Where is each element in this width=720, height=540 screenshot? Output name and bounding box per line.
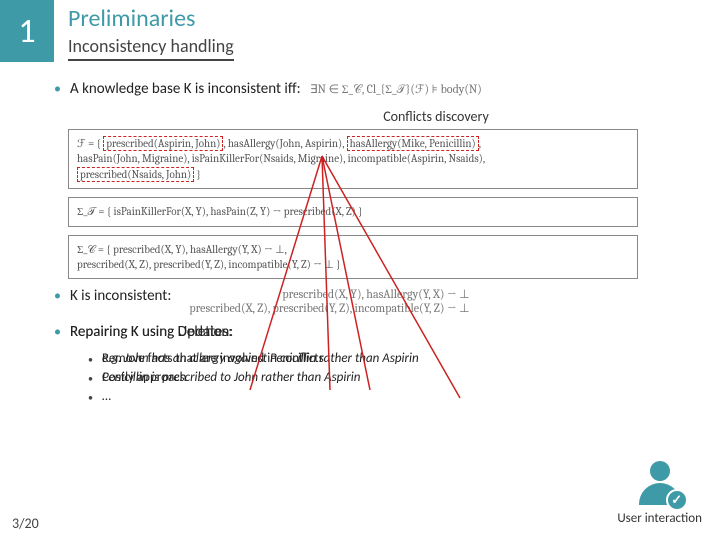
box-facts: ℱ = { prescribed(Aspirin, John), hasAlle… [68, 129, 638, 189]
checkmark-icon: ✓ [666, 489, 688, 511]
slide-header: 1 Preliminaries Inconsistency handling [0, 0, 720, 62]
sub2-a: Costly approach [102, 370, 187, 385]
sub-bullet-1: e.g. John has an allergy against Penicil… [88, 351, 678, 366]
highlight-allergy-mike-penicillin: hasAllergy(Mike, Penicillin) [347, 136, 479, 151]
formula-iff: ∃N ∈ Σ_𝒞, Cl_{Σ_𝒯}(ℱ) ⊧ body(N) [310, 82, 482, 96]
slide-content: A knowledge base K is inconsistent iff: … [0, 62, 720, 404]
formula-line1: prescribed(X, Y), hasAllergy(Y, X) → ⊥ [189, 287, 469, 301]
sub2-overlap: Penicillin is prescribed to John rather … [102, 370, 360, 385]
highlight-prescribed-nsaids-john: prescribed(Nsaids, John) [77, 167, 194, 182]
box-sigma-c: Σ_𝒞 = { prescribed(X, Y), hasAllergy(Y, … [68, 235, 638, 280]
sub3-text: … [102, 389, 111, 404]
sigma-t-line: Σ_𝒯 = { isPainKillerFor(X, Y), hasPain(Z… [77, 204, 629, 219]
page-subtitle: Inconsistency handling [68, 35, 234, 61]
bullet-text: A knowledge base K is inconsistent iff: [70, 80, 301, 98]
title-block: Preliminaries Inconsistency handling [54, 0, 248, 62]
page-counter: 3/20 [12, 515, 39, 532]
repair-label-updates: Repairing K using Updates: [70, 323, 232, 341]
facts-line2: hasPain(John, Migraine), isPainKillerFor… [77, 151, 629, 166]
sub1-overlap: e.g. John has an allergy against Penicil… [102, 351, 419, 366]
user-check-icon: ✓ [636, 461, 684, 509]
slide-number-badge: 1 [0, 0, 54, 62]
repair-label-overlap: Repairing K using Deletion: Repairing K … [70, 323, 233, 341]
conflicts-discovery-label: Conflicts discovery [194, 108, 678, 125]
bullet-inconsistent-iff: A knowledge base K is inconsistent iff: … [54, 80, 678, 98]
inconsistent-formulas: prescribed(X, Y), hasAllergy(Y, X) → ⊥ p… [189, 287, 469, 315]
facts-line3: prescribed(Nsaids, John) } [77, 167, 629, 182]
bullet-text: K is inconsistent: [70, 287, 171, 305]
sigma-c-line2: prescribed(X, Z), prescribed(Y, Z), inco… [77, 257, 629, 272]
box-sigma-t: Σ_𝒯 = { isPainKillerFor(X, Y), hasPain(Z… [68, 197, 638, 226]
sub-bullet-list: e.g. John has an allergy against Penicil… [88, 351, 678, 404]
sub-bullet-3: … [88, 389, 678, 404]
formula-line2: prescribed(X, Z), prescribed(Y, Z), inco… [189, 301, 469, 315]
sub-bullet-2: Penicillin is prescribed to John rather … [88, 370, 678, 385]
sigma-c-line1: Σ_𝒞 = { prescribed(X, Y), hasAllergy(Y, … [77, 242, 629, 257]
facts-line1: ℱ = { prescribed(Aspirin, John), hasAlle… [77, 136, 629, 151]
highlight-prescribed-aspirin-john: prescribed(Aspirin, John) [103, 136, 223, 151]
bullet-k-is-inconsistent: K is inconsistent: [54, 287, 171, 305]
user-interaction-label: User interaction [617, 511, 702, 526]
bullet-repairing: Repairing K using Deletion: Repairing K … [54, 323, 678, 341]
sub1-a: Remove facts that are involved in confli… [102, 351, 324, 366]
user-interaction-block: ✓ User interaction [617, 461, 702, 526]
page-title: Preliminaries [68, 4, 234, 33]
